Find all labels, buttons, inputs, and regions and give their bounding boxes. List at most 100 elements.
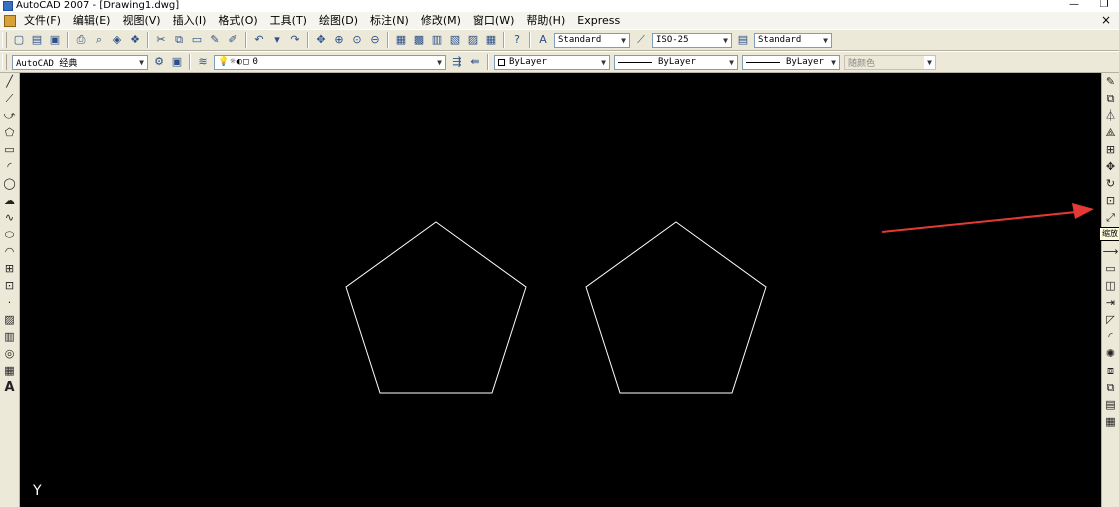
autocad-app-icon[interactable]	[3, 1, 13, 11]
my-workspace-icon[interactable]: ▣	[169, 54, 185, 70]
table-style-dropdown[interactable]: Standard ▼	[754, 32, 832, 48]
color-dropdown[interactable]: ByLayer ▼	[494, 54, 610, 70]
scale-icon[interactable]: ⊡	[1103, 192, 1119, 209]
arc-icon[interactable]: ◜	[2, 158, 18, 175]
erase-icon[interactable]: ✎	[1103, 73, 1119, 90]
zoom-previous-icon[interactable]: ⊖	[367, 32, 383, 48]
linetype-dropdown[interactable]: ByLayer ▼	[614, 54, 738, 70]
properties-icon[interactable]: ▦	[393, 32, 409, 48]
paste-icon[interactable]: ▭	[189, 32, 205, 48]
tool-palettes-icon[interactable]: ▥	[429, 32, 445, 48]
make-object-layer-current-icon[interactable]: ⇶	[449, 54, 465, 70]
hatch-icon[interactable]: ▨	[2, 311, 18, 328]
print-icon[interactable]: ⎙	[73, 32, 89, 48]
mirror-icon[interactable]: ⏃	[1103, 107, 1119, 124]
plot-preview-icon[interactable]: ⌕	[91, 32, 107, 48]
markup-icon[interactable]: ▨	[465, 32, 481, 48]
circle-icon[interactable]: ◯	[2, 175, 18, 192]
text-style-icon[interactable]: A	[535, 32, 551, 48]
table-style-icon[interactable]: ▤	[735, 32, 751, 48]
layer-previous-icon[interactable]: ⇚	[467, 54, 483, 70]
region-icon[interactable]: ◎	[2, 345, 18, 362]
menu-file[interactable]: 文件(F)	[18, 12, 67, 29]
array-icon[interactable]: ⊞	[1103, 141, 1119, 158]
dimension-style-dropdown[interactable]: ISO-25 ▼	[652, 32, 732, 48]
menu-view[interactable]: 视图(V)	[116, 12, 166, 29]
ellipse-icon[interactable]: ⬭	[2, 226, 18, 243]
left-pentagon[interactable]	[345, 221, 527, 394]
match-properties-icon[interactable]: ✎	[207, 32, 223, 48]
join-icon[interactable]: ⇥	[1103, 294, 1119, 311]
sheet-set-icon[interactable]: ▧	[447, 32, 463, 48]
lineweight-dropdown[interactable]: ByLayer ▼	[742, 54, 840, 70]
cut-icon[interactable]: ✂	[153, 32, 169, 48]
break-at-point-icon[interactable]: ▭	[1103, 260, 1119, 277]
rectangle-icon[interactable]: ▭	[2, 141, 18, 158]
line-icon[interactable]: ╱	[2, 73, 18, 90]
undo-dropdown-icon[interactable]: ▾	[269, 32, 285, 48]
dimension-style-icon[interactable]: ⟋	[633, 32, 649, 48]
3d-dwf-icon[interactable]: ❖	[127, 32, 143, 48]
menu-edit[interactable]: 编辑(E)	[67, 12, 117, 29]
layer-dropdown[interactable]: 💡 ☼ ◐ □ 0 ▼	[214, 54, 446, 70]
make-block-icon[interactable]: ⊡	[2, 277, 18, 294]
rotate-icon[interactable]: ↻	[1103, 175, 1119, 192]
redo-icon[interactable]: ↷	[287, 32, 303, 48]
send-back-icon[interactable]: ▤	[1103, 396, 1119, 413]
design-center-icon[interactable]: ▩	[411, 32, 427, 48]
extend-icon[interactable]: ⟶	[1103, 243, 1119, 260]
undo-icon[interactable]: ↶	[251, 32, 267, 48]
copy-icon[interactable]: ⧉	[171, 32, 187, 48]
toolbar-grip[interactable]	[2, 32, 7, 48]
zoom-realtime-icon[interactable]: ⊕	[331, 32, 347, 48]
workspace-dropdown[interactable]: AutoCAD 经典 ▼	[12, 54, 148, 70]
menu-draw[interactable]: 绘图(D)	[313, 12, 364, 29]
block-editor-icon[interactable]: ✐	[225, 32, 241, 48]
draworder-icon[interactable]: ⧈	[1103, 362, 1119, 379]
fillet-icon[interactable]: ◜	[1103, 328, 1119, 345]
pan-icon[interactable]: ✥	[313, 32, 329, 48]
zoom-window-icon[interactable]: ⊙	[349, 32, 365, 48]
calculator-icon[interactable]: ▦	[483, 32, 499, 48]
toolbar-grip[interactable]	[2, 54, 7, 70]
text-style-dropdown[interactable]: Standard ▼	[554, 32, 630, 48]
drawing-canvas[interactable]: Y	[20, 73, 1101, 507]
menu-help[interactable]: 帮助(H)	[520, 12, 571, 29]
spline-icon[interactable]: ∿	[2, 209, 18, 226]
menu-insert[interactable]: 插入(I)	[167, 12, 213, 29]
menu-dimension[interactable]: 标注(N)	[364, 12, 415, 29]
publish-icon[interactable]: ◈	[109, 32, 125, 48]
ellipse-arc-icon[interactable]: ◠	[2, 243, 18, 260]
multiline-text-icon[interactable]: A	[2, 379, 18, 396]
menu-express[interactable]: Express	[571, 12, 626, 29]
menu-window[interactable]: 窗口(W)	[467, 12, 520, 29]
layer-manager-icon[interactable]: ≋	[195, 54, 211, 70]
revision-cloud-icon[interactable]: ☁	[2, 192, 18, 209]
workspace-settings-icon[interactable]: ⚙	[151, 54, 167, 70]
stretch-icon[interactable]: ⤢	[1103, 209, 1119, 226]
help-icon[interactable]: ?	[509, 32, 525, 48]
construction-line-icon[interactable]: ⟋	[2, 90, 18, 107]
drawing-svg[interactable]	[20, 73, 1101, 507]
move-icon[interactable]: ✥	[1103, 158, 1119, 175]
minimize-button[interactable]: —	[1059, 0, 1089, 12]
new-file-icon[interactable]: ▢	[11, 32, 27, 48]
polygon-icon[interactable]: ⬠	[2, 124, 18, 141]
polyline-icon[interactable]: ⤻	[2, 107, 18, 124]
menu-format[interactable]: 格式(O)	[212, 12, 263, 29]
explode-icon[interactable]: ✺	[1103, 345, 1119, 362]
right-pentagon[interactable]	[585, 221, 767, 394]
copy-icon[interactable]: ⧉	[1103, 90, 1119, 107]
document-icon[interactable]	[4, 14, 16, 27]
chamfer-icon[interactable]: ◸	[1103, 311, 1119, 328]
properties-icon[interactable]: ▦	[1103, 413, 1119, 430]
offset-icon[interactable]: ⟁	[1103, 124, 1119, 141]
menu-tools[interactable]: 工具(T)	[264, 12, 313, 29]
bring-front-icon[interactable]: ⧉	[1103, 379, 1119, 396]
save-icon[interactable]: ▣	[47, 32, 63, 48]
insert-block-icon[interactable]: ⊞	[2, 260, 18, 277]
document-close-button[interactable]: ×	[1101, 12, 1111, 29]
open-file-icon[interactable]: ▤	[29, 32, 45, 48]
break-icon[interactable]: ◫	[1103, 277, 1119, 294]
gradient-icon[interactable]: ▥	[2, 328, 18, 345]
